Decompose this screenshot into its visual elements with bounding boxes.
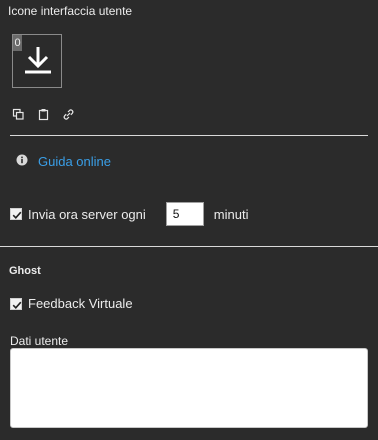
user-data-label: Dati utente	[10, 334, 69, 348]
server-send-label: Invia ora server ogni	[28, 206, 146, 222]
copy-icon[interactable]	[12, 108, 25, 121]
user-data-textarea[interactable]	[10, 348, 368, 428]
help-row: Guida online	[16, 154, 111, 169]
icon-tile-download[interactable]: 0	[12, 34, 62, 88]
clipboard-icon[interactable]	[37, 108, 50, 121]
virtual-feedback-row: Feedback Virtuale	[10, 296, 133, 311]
download-icon	[23, 45, 53, 80]
server-interval-unit: minuti	[213, 206, 249, 222]
link-icon[interactable]	[62, 108, 75, 121]
divider	[0, 246, 378, 247]
section-title: Icone interfaccia utente	[8, 4, 133, 18]
virtual-feedback-checkbox[interactable]	[10, 297, 22, 310]
server-interval-input[interactable]	[165, 202, 204, 226]
virtual-feedback-label: Feedback Virtuale	[28, 296, 133, 311]
icon-index-badge: 0	[13, 35, 22, 51]
icon-tools	[12, 108, 75, 121]
online-guide-link[interactable]: Guida online	[38, 154, 111, 169]
info-icon	[16, 154, 28, 169]
ghost-section-title: Ghost	[9, 265, 41, 277]
divider	[10, 135, 368, 136]
server-send-checkbox[interactable]	[10, 208, 22, 220]
server-send-row: Invia ora server ogni minuti	[10, 202, 248, 226]
